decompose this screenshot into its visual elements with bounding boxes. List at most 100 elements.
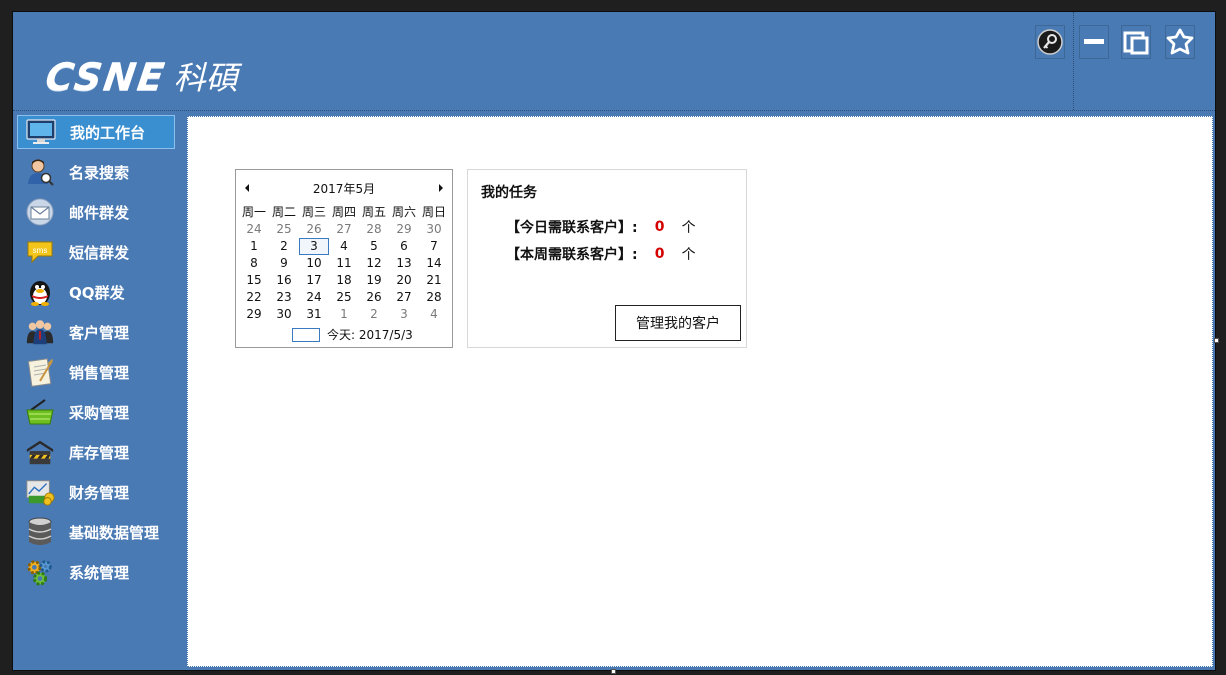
- sidebar-item-base-data-management[interactable]: 基础数据管理: [17, 515, 175, 549]
- sidebar-item-label: 客户管理: [69, 323, 130, 342]
- today-label: 今天: 2017/5/3: [327, 328, 413, 342]
- calendar-day[interactable]: 28: [419, 289, 449, 306]
- calendar-day[interactable]: 12: [359, 255, 389, 272]
- main-content: 2017年5月 周一 周二 周三 周四 周五 周六 周日 24 25 26 27 28 29 30 1 2 3…: [187, 116, 1213, 667]
- calendar-day[interactable]: 18: [329, 272, 359, 289]
- task-count: 0: [654, 246, 665, 262]
- calendar-day[interactable]: 10: [299, 255, 329, 272]
- calendar-day[interactable]: 30: [419, 221, 449, 238]
- calendar-day[interactable]: 27: [389, 289, 419, 306]
- calendar-day[interactable]: 23: [269, 289, 299, 306]
- notepad-icon: [27, 358, 53, 387]
- calendar-day[interactable]: 8: [239, 255, 269, 272]
- calendar-day[interactable]: 30: [269, 306, 299, 323]
- calendar-day[interactable]: 25: [329, 289, 359, 306]
- my-tasks-title: 我的任务: [481, 185, 537, 201]
- sidebar-item-label: 财务管理: [69, 483, 130, 502]
- minimize-button[interactable]: [1079, 25, 1109, 59]
- calendar-day[interactable]: 1: [239, 238, 269, 255]
- sidebar-item-inventory-management[interactable]: 库存管理: [17, 435, 175, 469]
- task-unit: 个: [681, 220, 696, 236]
- sidebar-item-system-management[interactable]: 系统管理: [17, 555, 175, 589]
- calendar-day[interactable]: 9: [269, 255, 299, 272]
- weekday-header: 周五: [361, 205, 386, 219]
- calendar-day[interactable]: 11: [329, 255, 359, 272]
- next-month-icon[interactable]: [436, 182, 446, 194]
- calendar-month-label: 2017年5月: [312, 182, 376, 196]
- calendar-day[interactable]: 4: [329, 238, 359, 255]
- manage-my-customers-button[interactable]: 管理我的客户: [615, 305, 741, 341]
- calendar-today[interactable]: 今天: 2017/5/3: [292, 326, 413, 343]
- task-unit: 个: [681, 247, 696, 263]
- calendar-day[interactable]: 1: [329, 306, 359, 323]
- calendar-week-row: 1234567: [239, 238, 449, 255]
- calendar-day[interactable]: 16: [269, 272, 299, 289]
- resize-handle-bottom[interactable]: [611, 669, 616, 674]
- sidebar-item-customer-management[interactable]: 客户管理: [17, 315, 175, 349]
- calendar-day[interactable]: 17: [299, 272, 329, 289]
- calendar-day[interactable]: 14: [419, 255, 449, 272]
- sidebar-item-my-workbench[interactable]: 我的工作台: [17, 115, 175, 149]
- sidebar-item-label: 我的工作台: [70, 123, 146, 142]
- calendar-day[interactable]: 24: [239, 221, 269, 238]
- my-tasks-panel: 我的任务 【今日需联系客户】: 0 个 【本周需联系客户】: 0 个 管理我的客…: [467, 169, 747, 348]
- weekday-header: 周三: [301, 205, 326, 219]
- calendar-day[interactable]: 6: [389, 238, 419, 255]
- calendar-day[interactable]: 2: [269, 238, 299, 255]
- sidebar-item-label: 名录搜索: [69, 163, 130, 182]
- calendar-day[interactable]: 15: [239, 272, 269, 289]
- calendar-day[interactable]: 2: [359, 306, 389, 323]
- user-search-icon: [28, 159, 54, 186]
- sidebar-item-label: 基础数据管理: [69, 523, 160, 542]
- weekday-header: 周一: [241, 205, 266, 219]
- sidebar-item-label: QQ群发: [69, 283, 125, 302]
- sms-icon: sms: [27, 241, 53, 264]
- sidebar-item-qq-mass[interactable]: QQ群发: [17, 275, 175, 309]
- sidebar-item-purchase-management[interactable]: 采购管理: [17, 395, 175, 429]
- sidebar-item-mass-email[interactable]: 邮件群发: [17, 195, 175, 229]
- task-label: 【本周需联系客户】:: [506, 247, 638, 263]
- calendar-weekday-row: 周一 周二 周三 周四 周五 周六 周日: [239, 204, 449, 221]
- sidebar-item-label: 系统管理: [69, 563, 130, 582]
- calendar-day[interactable]: 19: [359, 272, 389, 289]
- sidebar-item-finance-management[interactable]: 财务管理: [17, 475, 175, 509]
- calendar-day[interactable]: 26: [299, 221, 329, 238]
- logo-chinese: 科碩: [173, 59, 238, 97]
- svg-text:sms: sms: [33, 246, 48, 255]
- sidebar-item-label: 销售管理: [69, 363, 130, 382]
- weekday-header: 周六: [391, 205, 416, 219]
- calendar-day[interactable]: 5: [359, 238, 389, 255]
- calendar-day[interactable]: 3: [389, 306, 419, 323]
- calendar-day[interactable]: 26: [359, 289, 389, 306]
- calendar-week-row: 15 16 17 18 19 20 21: [239, 272, 449, 289]
- basket-icon: [26, 399, 54, 425]
- calendar-day[interactable]: 25: [269, 221, 299, 238]
- sidebar-item-sales-management[interactable]: 销售管理: [17, 355, 175, 389]
- pin-button[interactable]: [1165, 25, 1195, 59]
- task-week-row: 【本周需联系客户】: 0 个: [506, 244, 696, 264]
- restore-button[interactable]: [1121, 25, 1151, 59]
- calendar-day[interactable]: 28: [359, 221, 389, 238]
- calendar-day[interactable]: 4: [419, 306, 449, 323]
- weekday-header: 周二: [271, 205, 296, 219]
- calendar-grid: 周一 周二 周三 周四 周五 周六 周日 24 25 26 27 28 29 30 1 2 3 4 5 6 7 8 9 10…: [239, 204, 449, 323]
- calendar-day[interactable]: 20: [389, 272, 419, 289]
- calendar-day[interactable]: 22: [239, 289, 269, 306]
- weekday-header: 周四: [331, 205, 356, 219]
- calendar-day[interactable]: 27: [329, 221, 359, 238]
- calendar-day[interactable]: 24: [299, 289, 329, 306]
- resize-handle-right[interactable]: [1214, 338, 1219, 343]
- calendar-day[interactable]: 21: [419, 272, 449, 289]
- sidebar-item-label: 库存管理: [69, 443, 130, 462]
- calendar-day[interactable]: 13: [389, 255, 419, 272]
- calendar-day[interactable]: 31: [299, 306, 329, 323]
- calendar-day-selected[interactable]: 3: [299, 238, 329, 255]
- sidebar-item-directory-search[interactable]: 名录搜索: [17, 155, 175, 189]
- key-button[interactable]: [1035, 25, 1065, 59]
- calendar-day[interactable]: 7: [419, 238, 449, 255]
- finance-icon: [26, 480, 55, 506]
- calendar-day[interactable]: 29: [239, 306, 269, 323]
- calendar-day[interactable]: 29: [389, 221, 419, 238]
- sidebar: 我的工作台 名录搜索 邮件群发 sms 短信群发 QQ群发 客户管理 销售管理 …: [13, 112, 185, 668]
- sidebar-item-mass-sms[interactable]: sms 短信群发: [17, 235, 175, 269]
